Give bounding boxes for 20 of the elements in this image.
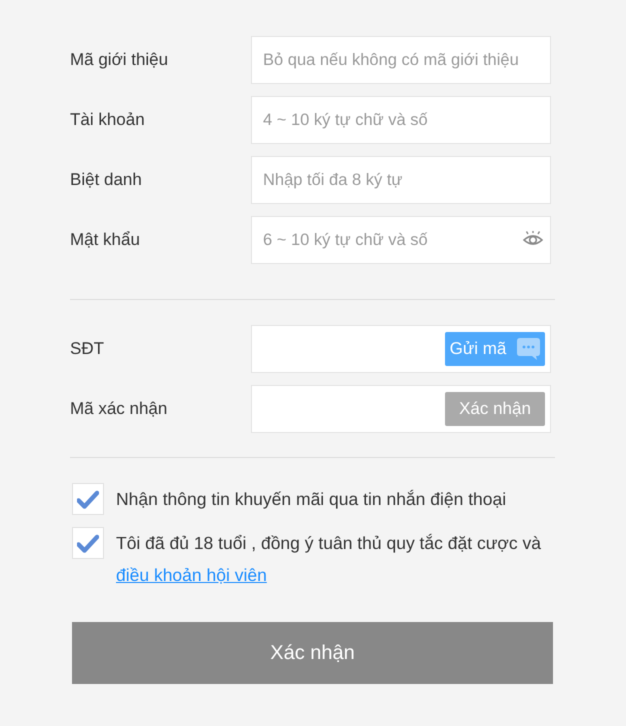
input-field[interactable]: Bỏ qua nếu không có mã giới thiệu bbox=[251, 36, 551, 84]
agreement-text: Nhận thông tin khuyến mãi qua tin nhắn điện thoại bbox=[116, 488, 508, 511]
field-label: Mật khẩu bbox=[70, 230, 140, 250]
submit-button[interactable]: Xác nhận bbox=[72, 622, 553, 684]
agreement-text: Tôi đã đủ 18 tuổi , đồng ý tuân thủ quy tắc đặt cược và điều khoản hội viên bbox=[116, 532, 542, 587]
checkmark-icon bbox=[77, 490, 99, 508]
send-code-button[interactable]: Gửi mã bbox=[445, 332, 545, 366]
input-field[interactable]: Nhập tối đa 8 ký tự bbox=[251, 156, 551, 204]
password-field[interactable]: 6 ~ 10 ký tự chữ và số bbox=[251, 216, 551, 264]
checkbox[interactable] bbox=[72, 527, 104, 559]
terms-link[interactable]: điều khoản hội viên bbox=[116, 565, 267, 585]
field-label: Tài khoản bbox=[70, 110, 145, 130]
input-field[interactable]: 4 ~ 10 ký tự chữ và số bbox=[251, 96, 551, 144]
field-label: Biệt danh bbox=[70, 170, 142, 190]
field-label: SĐT bbox=[70, 339, 104, 359]
checkbox[interactable] bbox=[72, 483, 104, 515]
chat-bubble-icon bbox=[517, 338, 540, 360]
field-label: Mã giới thiệu bbox=[70, 50, 168, 70]
field-label: Mã xác nhận bbox=[70, 399, 168, 419]
checkmark-icon bbox=[77, 534, 99, 552]
